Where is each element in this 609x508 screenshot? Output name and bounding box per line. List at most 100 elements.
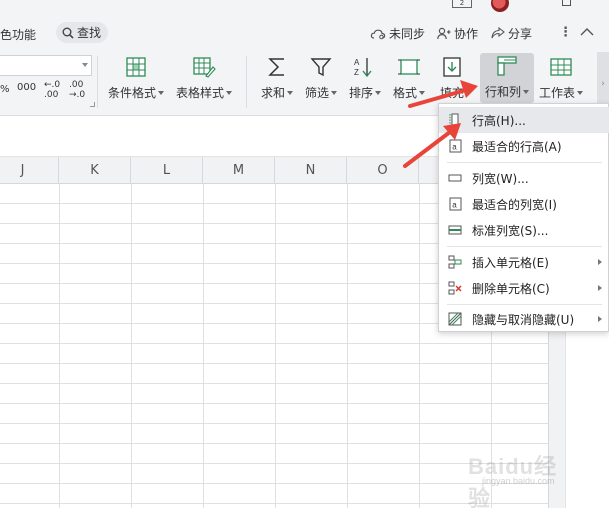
share-button[interactable]: 分享 (491, 25, 532, 42)
baidu-watermark-logo: Baidu经验 jingyan.baidu.com (468, 449, 578, 508)
search-button[interactable]: 查找 (56, 22, 108, 43)
conditional-format-button[interactable]: 条件格式 (108, 54, 165, 101)
unsynced-label: 未同步 (389, 27, 426, 41)
menu-item-hide-unhide[interactable]: 隐藏与取消隐藏(U) (439, 306, 609, 332)
filter-label: 筛选 (305, 86, 330, 100)
chevron-down-icon (158, 90, 165, 95)
fill-button[interactable]: 填充 (437, 54, 467, 101)
column-header[interactable]: N (275, 157, 347, 184)
column-header[interactable]: O (347, 157, 419, 184)
row-column-icon (497, 56, 517, 76)
svg-text:A: A (354, 58, 360, 67)
fill-icon (443, 57, 461, 77)
sync-status-button[interactable]: 未同步 (370, 25, 425, 42)
search-icon (62, 27, 74, 39)
chevron-down-icon (523, 89, 530, 94)
format-button[interactable]: 格式 (393, 54, 426, 101)
submenu-arrow-icon (598, 285, 602, 291)
autofit-row-icon: a (449, 139, 461, 153)
share-label: 分享 (508, 27, 533, 41)
worksheet-icon (550, 58, 572, 76)
menu-feature-tab[interactable]: 色功能 (0, 26, 36, 43)
menu-item-row-height[interactable]: 行高(H)... (439, 107, 609, 133)
submenu-arrow-icon (598, 316, 602, 322)
collapse-ribbon-icon[interactable] (580, 28, 594, 36)
svg-text:a: a (452, 143, 457, 152)
menu-item-label: 最适合的列宽(I) (472, 197, 557, 212)
percent-format-button[interactable]: % (0, 84, 10, 95)
format-label: 格式 (393, 86, 418, 100)
share-icon (491, 27, 505, 39)
sort-button[interactable]: AZ 排序 (349, 54, 382, 101)
collaborate-button[interactable]: 协作 (437, 25, 478, 42)
sum-button[interactable]: 求和 (261, 54, 294, 101)
column-header[interactable]: L (131, 157, 203, 184)
menu-bar: 色功能 查找 未同步 协作 分享 ⋮ (0, 14, 609, 50)
decrease-decimal-button[interactable]: .00 →.0 (69, 80, 89, 100)
menu-item-label: 插入单元格(E) (472, 255, 549, 270)
table-style-icon (193, 57, 216, 78)
chevron-down-icon (419, 90, 426, 95)
insert-cells-icon (448, 255, 462, 269)
chevron-down-icon (287, 90, 294, 95)
font-size-select[interactable] (0, 55, 92, 76)
menu-item-delete-cells[interactable]: 删除单元格(C) (439, 275, 609, 301)
increase-decimal-button[interactable]: ←.0 .00 (44, 80, 62, 100)
row-column-label: 行和列 (485, 85, 522, 99)
standard-width-icon (448, 225, 462, 235)
submenu-arrow-icon (598, 259, 602, 265)
ribbon-separator (97, 56, 98, 108)
filter-button[interactable]: 筛选 (305, 54, 338, 101)
sort-label: 排序 (349, 86, 374, 100)
cloud-sync-icon (370, 29, 386, 39)
menu-item-label: 行高(H)... (472, 113, 526, 128)
menu-item-insert-cells[interactable]: 插入单元格(E) (439, 249, 609, 275)
sigma-icon (268, 58, 284, 76)
svg-text:Z: Z (354, 68, 359, 77)
user-avatar[interactable] (491, 0, 509, 12)
hide-unhide-icon (448, 312, 462, 326)
watermark-url: jingyan.baidu.com (482, 476, 555, 486)
format-icon (398, 59, 420, 75)
collaborate-icon (437, 27, 451, 40)
table-style-button[interactable]: 表格样式 (176, 54, 233, 101)
dialog-launcher-icon[interactable] (90, 102, 95, 107)
column-header[interactable]: K (59, 157, 131, 184)
column-header[interactable]: J (0, 157, 59, 184)
ribbon-separator (246, 56, 247, 108)
autofit-column-icon: a (449, 197, 461, 211)
menu-item-label: 最适合的行高(A) (472, 139, 562, 154)
sort-icon: AZ (354, 58, 372, 78)
menu-item-autofit-row-height[interactable]: a 最适合的行高(A) (439, 133, 609, 159)
chevron-down-icon (375, 90, 382, 95)
more-options-icon[interactable]: ⋮ (559, 25, 572, 40)
worksheet-button[interactable]: 工作表 (539, 54, 584, 101)
menu-item-autofit-column-width[interactable]: a 最适合的列宽(I) (439, 191, 609, 217)
row-column-button[interactable]: 行和列 (480, 53, 535, 103)
chevron-down-icon (331, 90, 338, 95)
menu-item-column-width[interactable]: 列宽(W)... (439, 165, 609, 191)
title-bar: 2 (0, 0, 609, 14)
collaborate-label: 协作 (454, 27, 479, 41)
menu-separator (447, 304, 602, 305)
svg-text:a: a (452, 201, 457, 210)
worksheet-label: 工作表 (539, 86, 576, 100)
menu-item-label: 标准列宽(S)... (472, 223, 549, 238)
menu-item-standard-column-width[interactable]: 标准列宽(S)... (439, 217, 609, 243)
thousands-format-button[interactable]: 000 (17, 82, 36, 93)
sum-label: 求和 (261, 86, 286, 100)
delete-cells-icon (448, 281, 462, 295)
menu-item-label: 隐藏与取消隐藏(U) (472, 312, 575, 327)
conditional-format-label: 条件格式 (108, 86, 157, 100)
filter-icon (310, 58, 332, 77)
fill-label: 填充 (439, 86, 464, 100)
table-style-label: 表格样式 (176, 86, 225, 100)
window-count-badge[interactable]: 2 (452, 0, 472, 8)
row-height-icon (449, 113, 459, 127)
column-header[interactable]: M (203, 157, 275, 184)
chevron-down-icon (226, 90, 233, 95)
chevron-down-icon (82, 63, 88, 67)
row-column-dropdown-menu: 行高(H)... a 最适合的行高(A) 列宽(W)... a 最适合的列宽(I… (438, 103, 609, 332)
menu-item-label: 列宽(W)... (472, 171, 529, 186)
restore-window-icon[interactable] (562, 0, 571, 6)
